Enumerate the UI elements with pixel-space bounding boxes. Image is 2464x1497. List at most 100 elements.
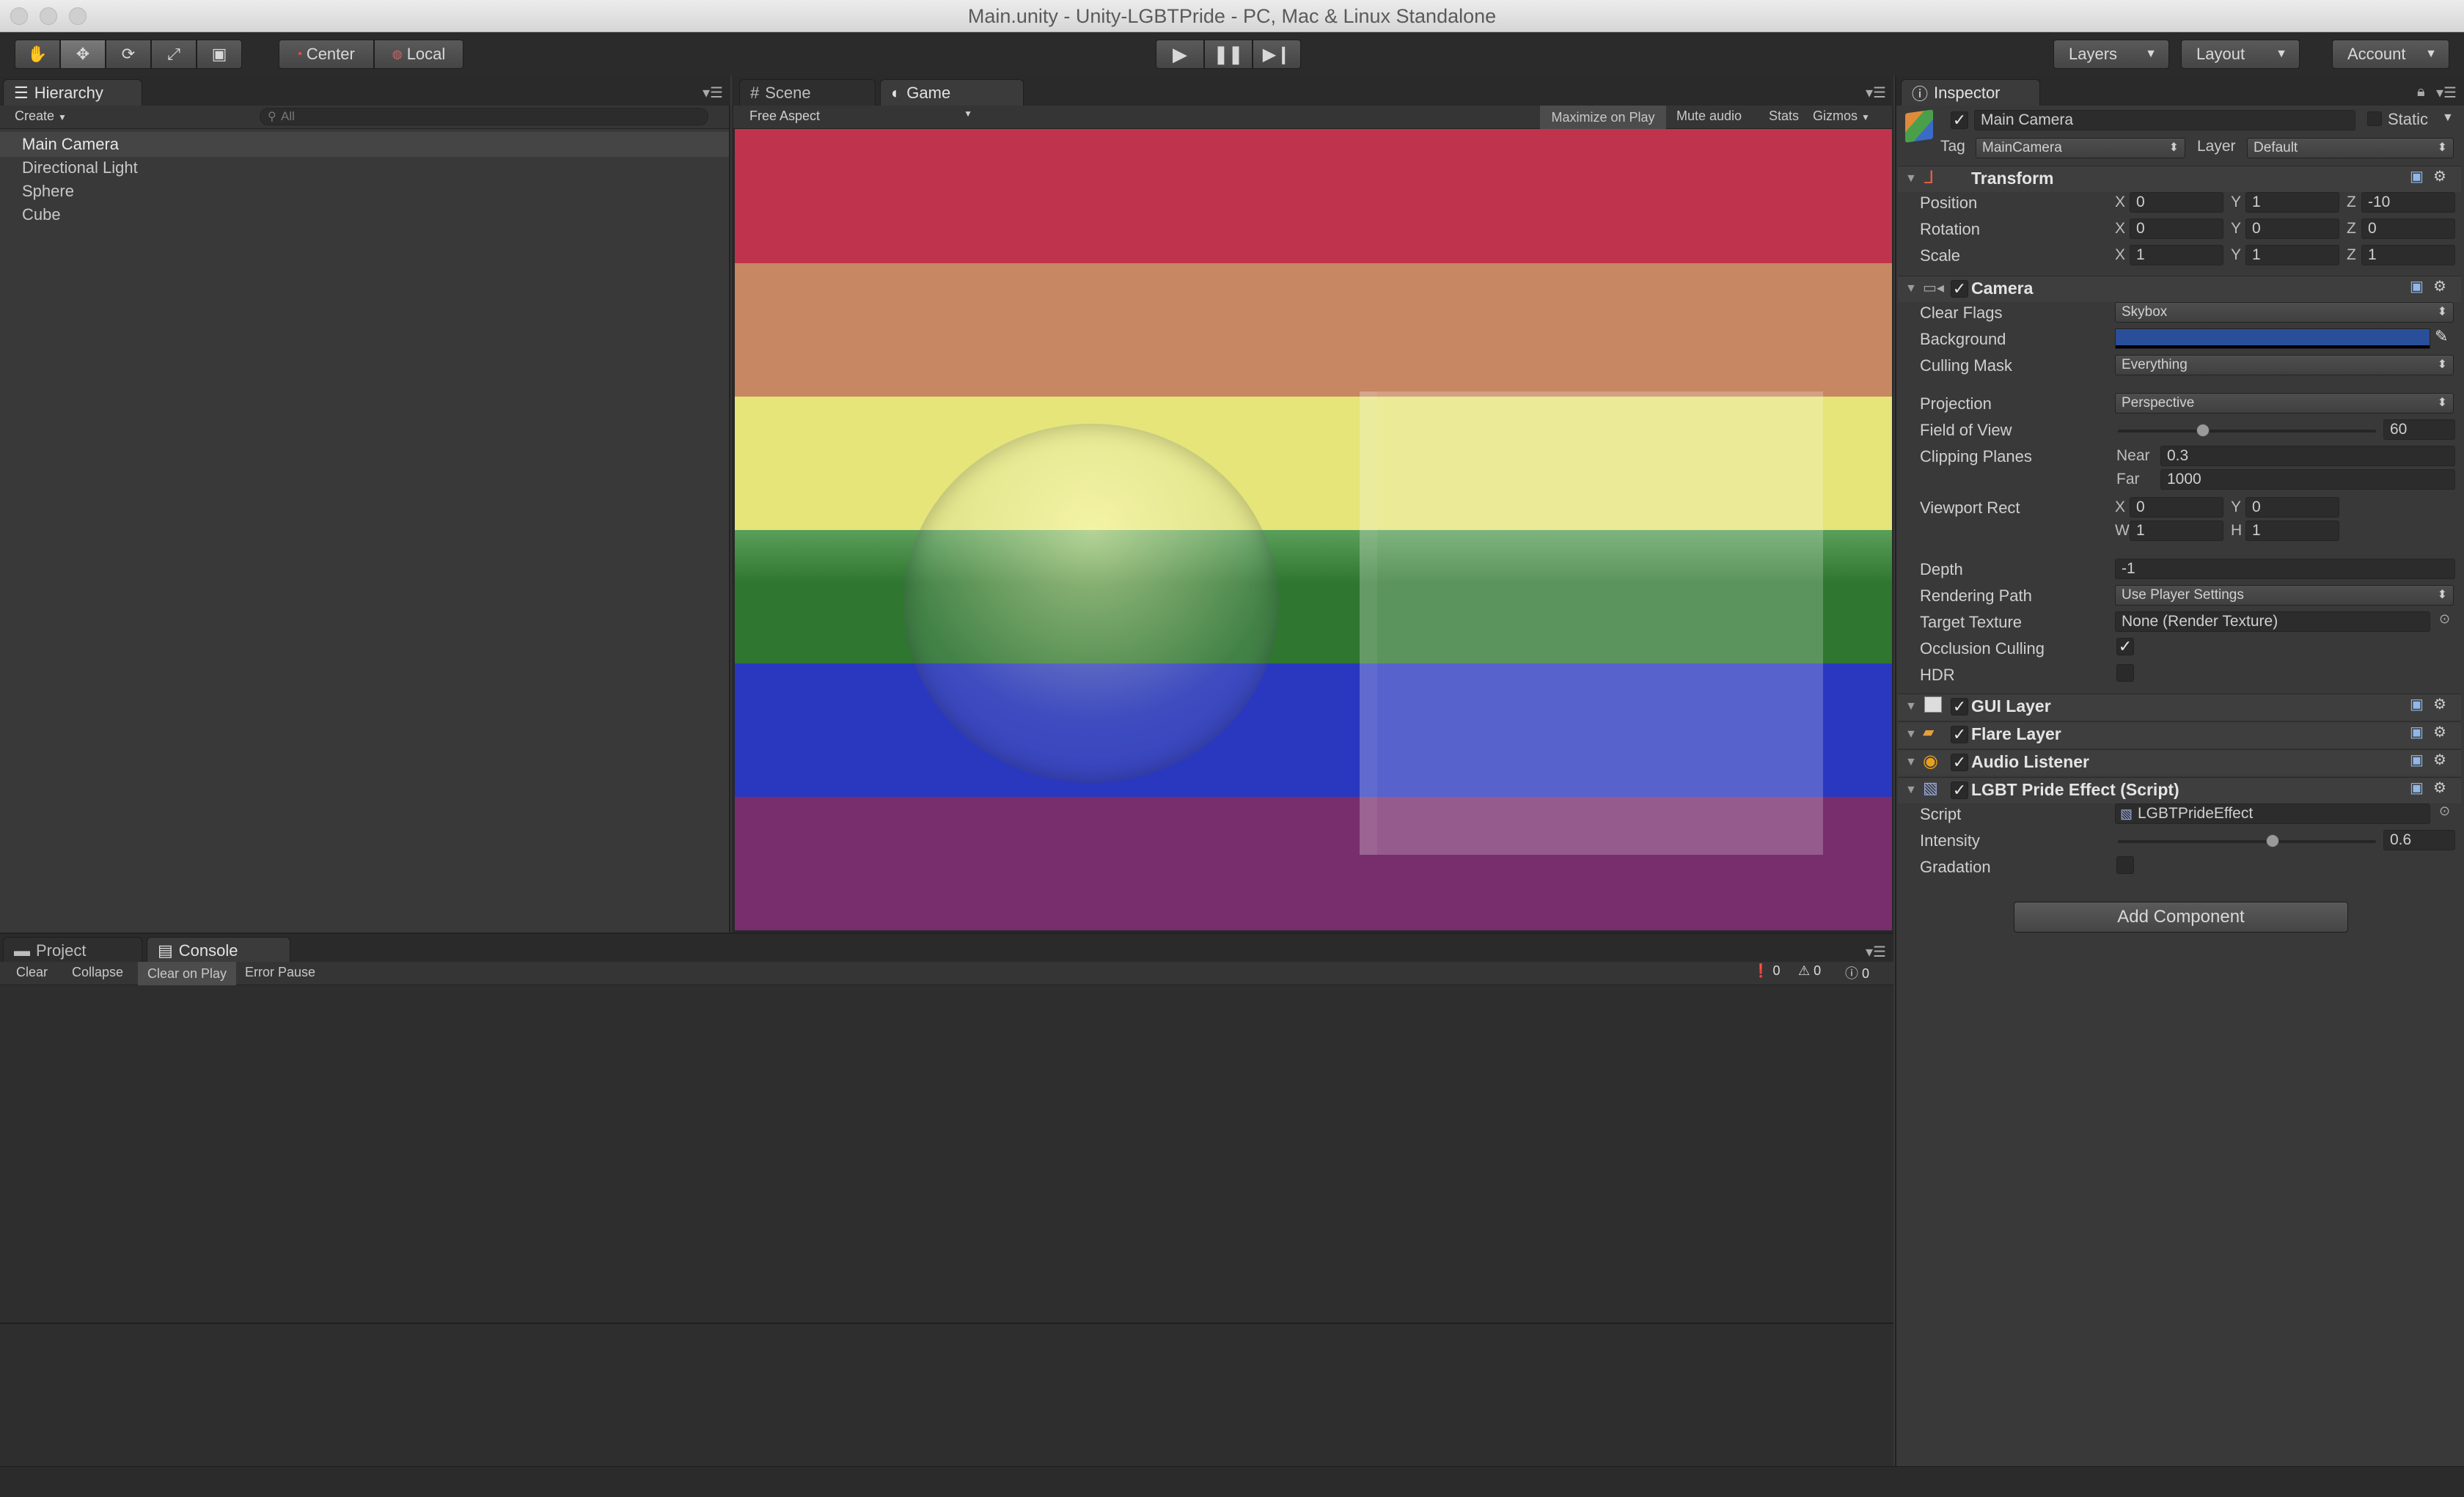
- scale-x-field[interactable]: 1: [2130, 245, 2223, 265]
- collapse-button[interactable]: Collapse: [72, 965, 123, 980]
- gui-layer-checkbox[interactable]: ✓: [1951, 698, 1968, 716]
- culling-mask-dropdown[interactable]: Everything: [2115, 355, 2454, 375]
- occlusion-culling-checkbox[interactable]: ✓: [2116, 638, 2134, 655]
- tab-scene[interactable]: # Scene: [739, 79, 876, 106]
- gear-icon[interactable]: ⚙: [2433, 695, 2446, 713]
- layers-dropdown[interactable]: Layers ▼: [2053, 40, 2169, 69]
- warning-count-toggle[interactable]: ⚠ 0: [1798, 963, 1821, 979]
- foldout-arrow-icon[interactable]: ▼: [1905, 282, 1917, 295]
- target-texture-field[interactable]: None (Render Texture): [2115, 611, 2430, 632]
- foldout-arrow-icon[interactable]: ▼: [1905, 728, 1917, 741]
- tab-project[interactable]: ▬ Project: [3, 937, 142, 963]
- console-log-area[interactable]: [0, 985, 1893, 1323]
- hand-tool-button[interactable]: ✋: [15, 40, 60, 69]
- tab-inspector[interactable]: ⓘ Inspector: [1901, 79, 2040, 106]
- viewport-x-field[interactable]: 0: [2130, 497, 2223, 518]
- aspect-dropdown[interactable]: Free Aspect ▼: [749, 108, 972, 124]
- tab-hierarchy[interactable]: ☰ Hierarchy: [3, 79, 142, 106]
- pivot-center-button[interactable]: ▪ Center: [279, 40, 374, 69]
- help-icon[interactable]: ▣: [2410, 167, 2424, 185]
- depth-field[interactable]: -1: [2115, 559, 2455, 579]
- rect-tool-button[interactable]: ▣: [197, 40, 242, 69]
- intensity-field[interactable]: 0.6: [2383, 830, 2455, 850]
- stats-toggle[interactable]: Stats: [1769, 108, 1799, 124]
- tag-dropdown[interactable]: MainCamera: [1976, 138, 2185, 158]
- active-checkbox[interactable]: ✓: [1951, 111, 1968, 129]
- far-field[interactable]: 1000: [2160, 469, 2455, 490]
- fov-field[interactable]: 60: [2383, 419, 2455, 440]
- gear-icon[interactable]: ⚙: [2433, 167, 2446, 185]
- scale-tool-button[interactable]: ⤢: [151, 40, 197, 69]
- object-picker-icon[interactable]: ⊙: [2439, 803, 2450, 819]
- static-dropdown[interactable]: ▼: [2442, 111, 2454, 125]
- help-icon[interactable]: ▣: [2410, 695, 2424, 713]
- panel-menu-icon[interactable]: ▾☰: [1866, 84, 1886, 102]
- hierarchy-item-main-camera[interactable]: Main Camera: [22, 135, 119, 154]
- fov-slider-track[interactable]: [2118, 430, 2376, 433]
- lock-icon[interactable]: 🔒︎: [2417, 84, 2425, 100]
- gear-icon[interactable]: ⚙: [2433, 723, 2446, 741]
- hdr-checkbox[interactable]: [2116, 664, 2134, 682]
- hierarchy-item-directional-light[interactable]: Directional Light: [22, 158, 138, 177]
- play-button[interactable]: ▶: [1156, 40, 1204, 69]
- panel-menu-icon[interactable]: ▾☰: [2436, 84, 2457, 102]
- camera-enabled-checkbox[interactable]: ✓: [1951, 280, 1968, 298]
- account-dropdown[interactable]: Account ▼: [2332, 40, 2449, 69]
- create-dropdown[interactable]: Create ▼: [15, 108, 67, 124]
- help-icon[interactable]: ▣: [2410, 779, 2424, 797]
- object-picker-icon[interactable]: ⊙: [2439, 611, 2450, 627]
- rotation-x-field[interactable]: 0: [2130, 218, 2223, 239]
- mute-audio-toggle[interactable]: Mute audio: [1676, 108, 1742, 124]
- static-checkbox[interactable]: [2367, 111, 2382, 126]
- viewport-y-field[interactable]: 0: [2245, 497, 2339, 518]
- hierarchy-search-input[interactable]: ⚲ All: [260, 108, 708, 125]
- clear-flags-dropdown[interactable]: Skybox: [2115, 302, 2454, 323]
- background-color-field[interactable]: [2115, 328, 2430, 349]
- clear-button[interactable]: Clear: [16, 965, 48, 980]
- position-x-field[interactable]: 0: [2130, 192, 2223, 213]
- gear-icon[interactable]: ⚙: [2433, 751, 2446, 769]
- add-component-button[interactable]: Add Component: [2014, 902, 2348, 933]
- projection-dropdown[interactable]: Perspective: [2115, 393, 2454, 413]
- scale-z-field[interactable]: 1: [2361, 245, 2455, 265]
- gradation-checkbox[interactable]: [2116, 856, 2134, 874]
- rotate-tool-button[interactable]: ⟳: [106, 40, 151, 69]
- viewport-h-field[interactable]: 1: [2245, 521, 2339, 541]
- eyedropper-icon[interactable]: ✎: [2435, 327, 2448, 346]
- maximize-on-play-toggle[interactable]: Maximize on Play: [1540, 106, 1666, 129]
- pivot-local-button[interactable]: ◍ Local: [374, 40, 463, 69]
- position-y-field[interactable]: 1: [2245, 192, 2339, 213]
- hierarchy-item-cube[interactable]: Cube: [22, 205, 61, 224]
- error-count-toggle[interactable]: ❗ 0: [1753, 963, 1780, 979]
- script-field[interactable]: ▧ LGBTPrideEffect: [2115, 803, 2430, 824]
- position-z-field[interactable]: -10: [2361, 192, 2455, 213]
- rendering-path-dropdown[interactable]: Use Player Settings: [2115, 585, 2454, 606]
- foldout-arrow-icon[interactable]: ▼: [1905, 756, 1917, 769]
- gear-icon[interactable]: ⚙: [2433, 277, 2446, 295]
- flare-layer-checkbox[interactable]: ✓: [1951, 726, 1968, 743]
- rotation-y-field[interactable]: 0: [2245, 218, 2339, 239]
- intensity-slider-track[interactable]: [2118, 840, 2376, 843]
- gear-icon[interactable]: ⚙: [2433, 779, 2446, 797]
- pause-button[interactable]: ❚❚: [1204, 40, 1253, 69]
- help-icon[interactable]: ▣: [2410, 751, 2424, 769]
- clear-on-play-toggle[interactable]: Clear on Play: [138, 962, 236, 985]
- hierarchy-item-sphere[interactable]: Sphere: [22, 182, 74, 201]
- help-icon[interactable]: ▣: [2410, 277, 2424, 295]
- move-tool-button[interactable]: ✥: [60, 40, 106, 69]
- rotation-z-field[interactable]: 0: [2361, 218, 2455, 239]
- scale-y-field[interactable]: 1: [2245, 245, 2339, 265]
- pride-effect-checkbox[interactable]: ✓: [1951, 781, 1968, 799]
- foldout-arrow-icon[interactable]: ▼: [1905, 784, 1917, 797]
- layout-dropdown[interactable]: Layout ▼: [2181, 40, 2300, 69]
- panel-menu-icon[interactable]: ▾☰: [1866, 943, 1886, 961]
- audio-listener-checkbox[interactable]: ✓: [1951, 754, 1968, 771]
- foldout-arrow-icon[interactable]: ▼: [1905, 172, 1917, 185]
- gizmos-toggle[interactable]: Gizmos ▼: [1813, 108, 1870, 124]
- message-count-toggle[interactable]: ⓘ 0: [1845, 963, 1869, 982]
- object-name-field[interactable]: Main Camera: [1974, 110, 2355, 130]
- layer-dropdown[interactable]: Default: [2247, 138, 2454, 158]
- help-icon[interactable]: ▣: [2410, 723, 2424, 741]
- viewport-w-field[interactable]: 1: [2130, 521, 2223, 541]
- foldout-arrow-icon[interactable]: ▼: [1905, 700, 1917, 713]
